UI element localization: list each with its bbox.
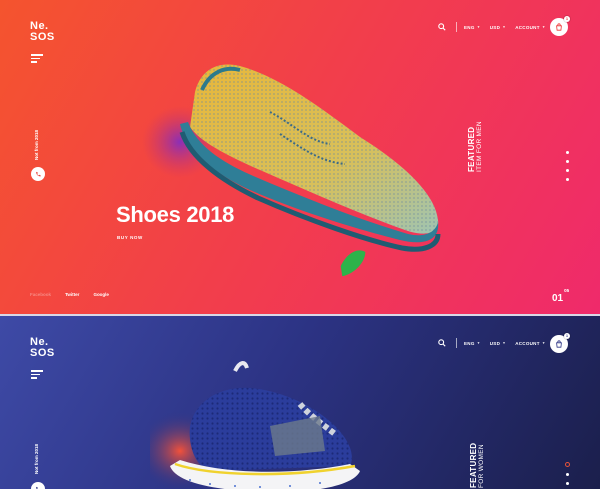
chevron-down-icon: ▾ — [542, 25, 545, 29]
featured-caption: FEATURED ITEM FOR MEN — [467, 121, 484, 172]
top-nav: ENG ▾ USD ▾ ACCOUNT ▾ — [436, 337, 555, 349]
featured-caption: FEATURED FOR WOMEN — [469, 442, 486, 488]
hamburger-icon[interactable] — [31, 54, 43, 65]
side-tagline: Not from 2018 — [34, 443, 39, 474]
pager-total: 05 — [564, 288, 570, 293]
nav-divider — [456, 338, 457, 348]
slide-dots — [564, 151, 570, 187]
slide-pager: 0105 — [552, 288, 569, 306]
cart-count-badge: 1 — [564, 333, 570, 339]
brand-logo[interactable]: Ne. SOS — [30, 337, 55, 359]
bag-icon — [556, 340, 562, 348]
hero-slide-men: Ne. SOS ENG ▾ USD ▾ ACCOUNT ▾ 1 Not from 20… — [0, 0, 600, 316]
brand-logo-line2: SOS — [30, 31, 55, 43]
search-icon[interactable] — [436, 21, 448, 33]
cart-button[interactable]: 1 — [550, 333, 570, 353]
phone-button[interactable] — [31, 167, 45, 181]
currency-dropdown[interactable]: ENG ▾ — [464, 341, 480, 346]
bag-icon — [556, 23, 562, 31]
account-dropdown[interactable]: ACCOUNT ▾ — [515, 25, 545, 30]
currency-label: ENG — [464, 24, 475, 30]
product-image-sneaker — [142, 64, 441, 277]
slide-dots — [564, 462, 570, 489]
language-label: USD — [489, 24, 501, 30]
search-icon[interactable] — [436, 337, 448, 349]
currency-label: ENG — [464, 340, 475, 346]
language-dropdown[interactable]: USD ▾ — [490, 25, 505, 30]
slide-dot[interactable] — [565, 160, 569, 163]
top-nav: ENG ▾ USD ▾ ACCOUNT ▾ — [436, 21, 555, 33]
social-twitter-link[interactable]: Twitter — [65, 292, 79, 297]
language-dropdown[interactable]: USD ▾ — [490, 341, 505, 346]
social-links: Facebook Twitter Google — [30, 292, 123, 297]
featured-title: FEATURED — [469, 442, 478, 488]
chevron-down-icon: ▾ — [477, 25, 480, 29]
buy-now-link[interactable]: BUY NOW — [117, 235, 143, 240]
slide-dot[interactable] — [565, 169, 569, 172]
currency-dropdown[interactable]: ENG ▾ — [464, 25, 480, 30]
slide-dot[interactable] — [565, 178, 569, 181]
cart-button[interactable]: 1 — [550, 16, 570, 36]
nav-divider — [456, 22, 457, 32]
chevron-down-icon: ▾ — [542, 341, 545, 345]
slide-dot[interactable] — [565, 151, 569, 154]
chevron-down-icon: ▾ — [503, 341, 506, 345]
account-label: ACCOUNT — [515, 340, 540, 346]
phone-icon — [36, 171, 41, 177]
hamburger-icon[interactable] — [31, 370, 43, 381]
social-google-link[interactable]: Google — [93, 292, 109, 297]
social-facebook-link[interactable]: Facebook — [30, 292, 51, 297]
slide-dot[interactable] — [565, 482, 569, 485]
phone-button[interactable] — [31, 482, 45, 489]
brand-logo[interactable]: Ne. SOS — [30, 21, 55, 43]
featured-subtitle: FOR WOMEN — [478, 444, 485, 488]
account-dropdown[interactable]: ACCOUNT ▾ — [515, 341, 545, 346]
pager-current: 01 — [552, 293, 564, 304]
hero-slide-women: Ne. SOS ENG ▾ USD ▾ ACCOUNT ▾ 1 Not from 20… — [0, 316, 600, 489]
language-label: USD — [489, 340, 501, 346]
chevron-down-icon: ▾ — [477, 341, 480, 345]
side-tagline: Not from 2018 — [34, 129, 39, 160]
slide-dot[interactable] — [565, 473, 569, 476]
featured-title: FEATURED — [467, 126, 476, 172]
product-image-sneaker — [150, 361, 360, 489]
featured-subtitle: ITEM FOR MEN — [476, 121, 483, 172]
chevron-down-icon: ▾ — [503, 25, 506, 29]
account-label: ACCOUNT — [515, 24, 540, 30]
slide-dot[interactable] — [564, 462, 570, 467]
hero-headline: Shoes 2018 — [116, 202, 235, 227]
cart-count-badge: 1 — [564, 16, 570, 22]
brand-logo-line2: SOS — [30, 347, 55, 359]
